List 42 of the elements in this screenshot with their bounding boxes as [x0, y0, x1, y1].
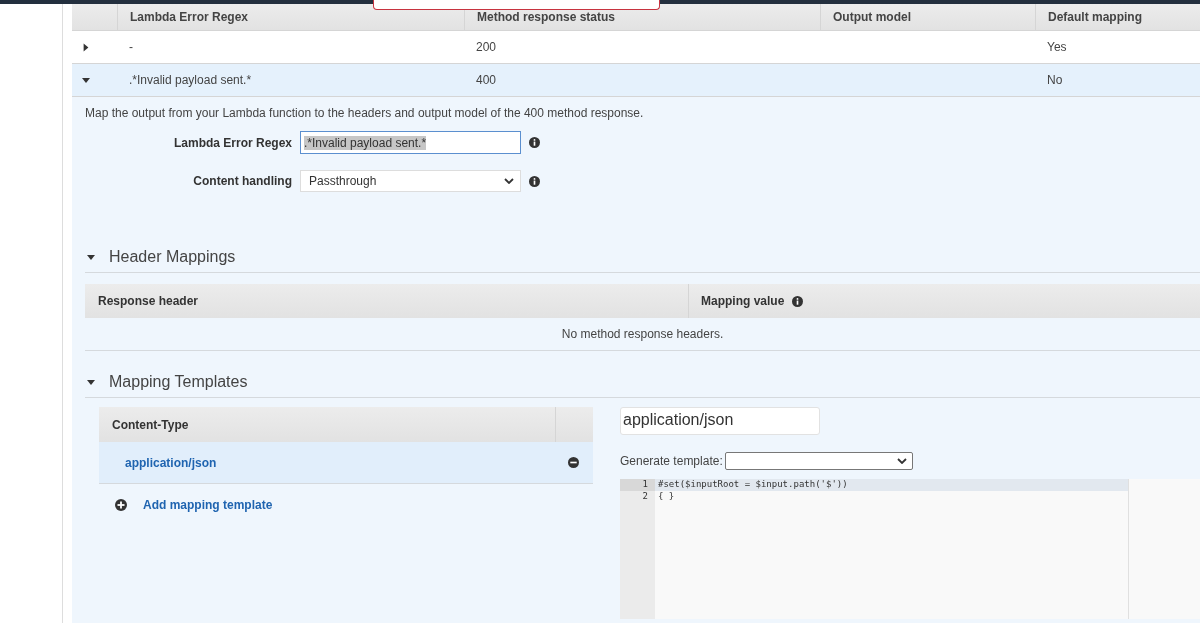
caret-right-icon[interactable]: [81, 42, 90, 52]
field-label: Content handling: [192, 174, 292, 188]
table-cell: 200: [476, 40, 497, 54]
field-label: Lambda Error Regex: [172, 135, 292, 150]
caret-down-icon[interactable]: [81, 76, 90, 84]
info-icon[interactable]: [529, 175, 540, 187]
column-header: Default mapping: [1035, 4, 1200, 30]
code-line: #set($inputRoot = $input.path('$')): [658, 479, 848, 489]
caret-down-icon[interactable]: [86, 378, 96, 386]
table-row[interactable]: .*Invalid payload sent.* 400 No: [72, 64, 1200, 97]
content-type-link[interactable]: application/json: [125, 455, 217, 470]
table-cell: .*Invalid payload sent.*: [129, 73, 252, 87]
empty-message: No method response headers.: [561, 327, 724, 341]
table-cell: Yes: [1047, 40, 1067, 54]
column-header: Lambda Error Regex: [117, 4, 464, 30]
line-number: 2: [642, 491, 648, 501]
column-header: Response header: [98, 294, 199, 308]
content-handling-dropdown[interactable]: Passthrough: [300, 170, 521, 192]
remove-icon[interactable]: [568, 457, 579, 468]
column-header: Mapping value: [701, 294, 785, 308]
table-cell: -: [129, 40, 133, 54]
add-icon[interactable]: [115, 499, 127, 511]
section-title: Header Mappings: [109, 248, 236, 266]
line-number: 1: [642, 479, 648, 489]
info-icon[interactable]: [529, 137, 540, 148]
section-title: Mapping Templates: [109, 373, 248, 391]
info-icon[interactable]: [792, 295, 804, 307]
column-header: Content-Type: [112, 417, 189, 432]
chevron-down-icon[interactable]: [896, 458, 907, 464]
chevron-down-icon[interactable]: [504, 178, 514, 184]
caret-down-icon[interactable]: [86, 253, 96, 261]
content-type-row[interactable]: application/json: [99, 442, 593, 484]
table-cell: 400: [476, 73, 497, 87]
column-header: Output model: [820, 4, 1035, 30]
description-text: Map the output from your Lambda function to the headers and output model of the 400 method response.: [85, 106, 645, 120]
content-type-input-field[interactable]: application/json: [620, 407, 820, 435]
code-line: { }: [658, 491, 675, 501]
regex-input-field[interactable]: .*Invalid payload sent.*: [300, 131, 521, 154]
table-cell: No: [1047, 73, 1063, 87]
field-label: Generate template:: [620, 454, 723, 468]
template-dropdown[interactable]: [724, 452, 913, 470]
add-template-link[interactable]: Add mapping template: [143, 498, 273, 512]
